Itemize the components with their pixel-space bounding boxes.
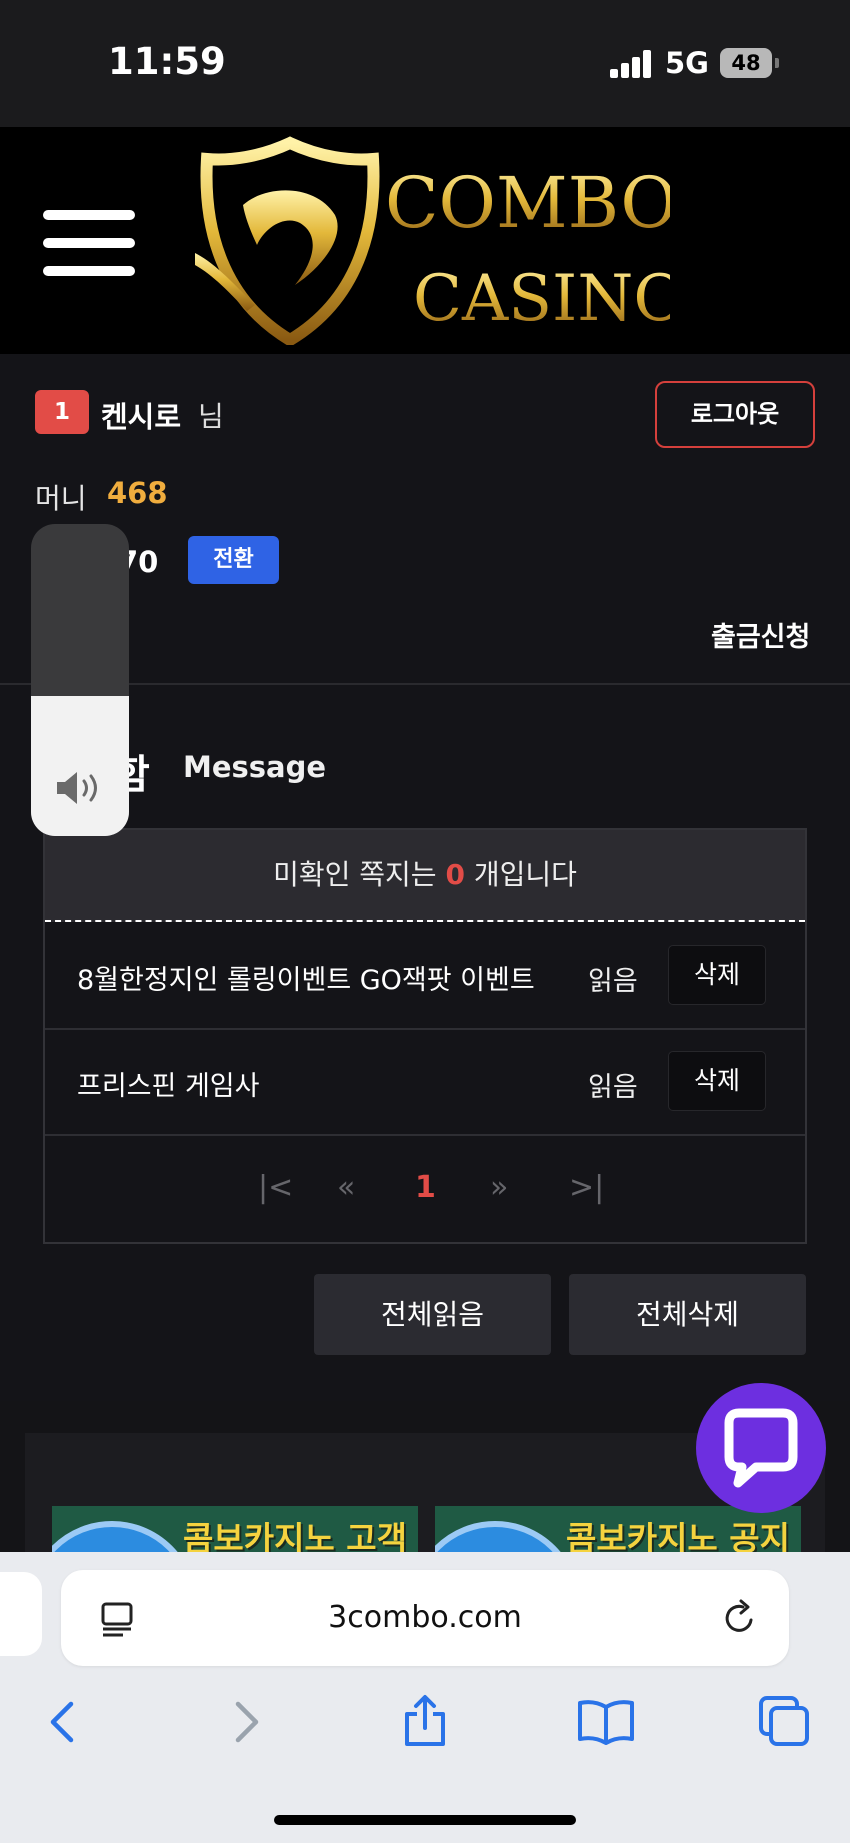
url-text[interactable]: 3combo.com	[61, 1570, 789, 1666]
withdraw-link[interactable]: 출금신청	[711, 615, 810, 654]
reader-icon[interactable]	[97, 1598, 137, 1638]
address-bar[interactable]: 3combo.com	[61, 1570, 789, 1666]
unread-prefix: 미확인 쪽지는	[273, 858, 446, 891]
battery-tip	[775, 58, 779, 68]
delete-message-button[interactable]: 삭제	[668, 945, 766, 1005]
message-row[interactable]: 8월한정지인 롤링이벤트 GO잭팟 이벤트 읽음 삭제	[45, 924, 805, 1030]
next-page-icon[interactable]: »	[490, 1170, 508, 1205]
message-row[interactable]: 프리스핀 게임사 읽음 삭제	[45, 1030, 805, 1136]
site-header: COMBO CASINO	[0, 127, 850, 354]
reload-icon[interactable]	[719, 1598, 759, 1638]
current-page[interactable]: 1	[415, 1170, 436, 1205]
section-subtitle: Message	[183, 750, 327, 784]
forward-icon[interactable]	[216, 1692, 276, 1752]
volume-hud	[31, 524, 129, 836]
message-read-status: 읽음	[588, 966, 638, 997]
message-subject[interactable]: 8월한정지인 롤링이벤트 GO잭팟 이벤트	[77, 958, 547, 997]
message-subject[interactable]: 프리스핀 게임사	[77, 1064, 547, 1103]
first-page-icon[interactable]: |<	[258, 1170, 293, 1205]
home-indicator	[274, 1815, 576, 1825]
previous-tab-preview[interactable]	[0, 1572, 42, 1656]
honorific-suffix: 님	[198, 400, 224, 433]
grade-badge: 1	[35, 390, 89, 434]
message-read-status: 읽음	[588, 1072, 638, 1103]
pagination: |< « 1 » >|	[45, 1136, 805, 1242]
unread-count: 0	[445, 858, 465, 891]
money-value: 468	[107, 476, 168, 510]
volume-level-fill	[31, 695, 129, 836]
status-bar: 11:59 5G 48	[0, 0, 850, 127]
battery-icon: 48	[720, 48, 772, 78]
convert-button[interactable]: 전환	[188, 536, 279, 584]
prev-page-icon[interactable]: «	[337, 1170, 355, 1205]
back-icon[interactable]	[33, 1692, 93, 1752]
logout-button[interactable]: 로그아웃	[655, 381, 815, 448]
unread-suffix: 개입니다	[464, 858, 577, 891]
logo-text-combo: COMBO	[385, 162, 670, 244]
logo-text-casino: CASINO	[413, 262, 670, 336]
network-type: 5G	[665, 46, 709, 80]
message-list: 미확인 쪽지는 0 개입니다 8월한정지인 롤링이벤트 GO잭팟 이벤트 읽음 …	[43, 828, 807, 1244]
speaker-icon	[57, 772, 97, 804]
hamburger-icon[interactable]	[43, 210, 135, 276]
chat-button[interactable]	[696, 1383, 826, 1513]
read-all-button[interactable]: 전체읽음	[314, 1274, 551, 1355]
last-page-icon[interactable]: >|	[569, 1170, 604, 1205]
tabs-icon[interactable]	[755, 1692, 815, 1752]
chat-bubble-icon	[724, 1408, 798, 1488]
username: 켄시로	[101, 400, 182, 434]
delete-all-button[interactable]: 전체삭제	[569, 1274, 806, 1355]
browser-toolbar: 3combo.com	[0, 1552, 850, 1843]
status-time: 11:59	[108, 40, 226, 83]
bookmarks-icon[interactable]	[576, 1692, 636, 1752]
share-icon[interactable]	[395, 1692, 455, 1752]
money-label: 머니	[35, 482, 87, 515]
combo-casino-logo[interactable]: COMBO CASINO	[195, 135, 670, 345]
unread-summary: 미확인 쪽지는 0 개입니다	[45, 830, 805, 922]
delete-message-button[interactable]: 삭제	[668, 1051, 766, 1111]
cellular-signal-icon	[610, 50, 652, 78]
